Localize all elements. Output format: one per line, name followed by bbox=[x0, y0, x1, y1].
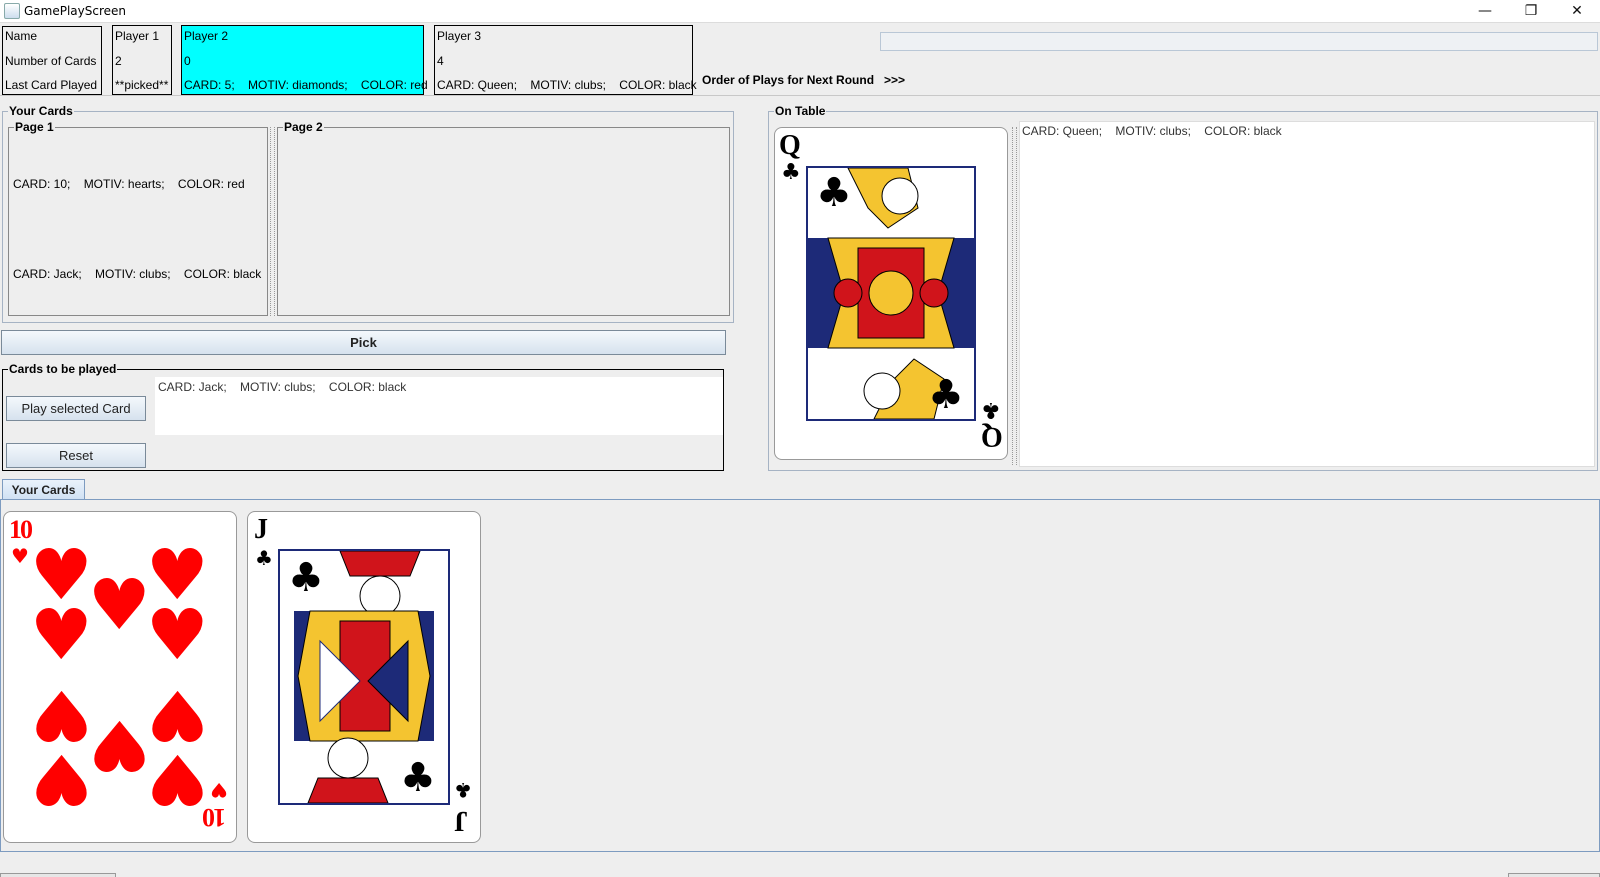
ten-rank-bottom: 10 bbox=[204, 803, 226, 832]
heart-icon: ♥ bbox=[30, 738, 93, 820]
tab-your-cards[interactable]: Your Cards bbox=[2, 479, 85, 500]
page-1-item-10-hearts[interactable]: CARD: 10; MOTIV: hearts; COLOR: red bbox=[13, 177, 245, 191]
cards-to-be-played-title: Cards to be played bbox=[8, 362, 118, 376]
on-table-title: On Table bbox=[774, 104, 827, 118]
table-split-divider[interactable] bbox=[1012, 127, 1017, 465]
split-divider[interactable] bbox=[270, 127, 275, 316]
table-card-queen-clubs: Q ♣ ♣ ♣ ♣ Q bbox=[774, 127, 1008, 460]
order-of-plays-label: Order of Plays for Next Round >>> bbox=[702, 73, 906, 87]
player-3-column: Player 3 4 CARD: Queen; MOTIV: clubs; CO… bbox=[434, 25, 697, 95]
jack-rank-top: J bbox=[254, 514, 268, 545]
club-icon-bottom: ♣ bbox=[981, 397, 1001, 422]
club-icon: ♣ bbox=[781, 160, 801, 185]
reset-button[interactable]: Reset bbox=[6, 443, 146, 468]
heart-icon-bottom: ♥ bbox=[210, 778, 228, 802]
player-3-cards: 4 bbox=[437, 54, 444, 68]
hand-card-jack-clubs[interactable]: J ♣ ♣ ♣ ♣ J bbox=[247, 511, 481, 843]
queen-rank-top: Q bbox=[779, 130, 801, 161]
play-selected-card-button[interactable]: Play selected Card bbox=[6, 396, 146, 421]
row-label-name: Name bbox=[5, 29, 38, 43]
ten-rank-top: 10 bbox=[9, 515, 33, 544]
club-icon: ♣ bbox=[255, 546, 273, 570]
player-2-last-card: CARD: 5; MOTIV: diamonds; COLOR: red bbox=[184, 78, 428, 92]
bottom-right-control[interactable] bbox=[1508, 873, 1600, 877]
your-cards-panel: Your Cards Page 1 CARD: 10; MOTIV: heart… bbox=[2, 104, 734, 323]
title-bar: GamePlayScreen — ❐ ✕ bbox=[0, 0, 1600, 23]
player-3-name: Player 3 bbox=[437, 29, 482, 43]
heart-icon: ♥ bbox=[88, 704, 151, 786]
row-label-number-of-cards: Number of Cards bbox=[5, 54, 97, 68]
jack-face-artwork: ♣ ♣ bbox=[278, 549, 450, 805]
pick-button[interactable]: Pick bbox=[1, 330, 726, 355]
page-1-title: Page 1 bbox=[14, 120, 55, 134]
to-play-item[interactable]: CARD: Jack; MOTIV: clubs; COLOR: black bbox=[158, 380, 406, 394]
heart-icon: ♥ bbox=[11, 544, 29, 568]
java-app-icon bbox=[4, 3, 20, 19]
svg-text:♣: ♣ bbox=[288, 555, 324, 601]
page-1-panel: Page 1 CARD: 10; MOTIV: hearts; COLOR: r… bbox=[8, 120, 268, 316]
player-1-last-card: **picked** bbox=[115, 78, 169, 92]
row-labels-column: Name Number of Cards Last Card Played bbox=[2, 26, 102, 95]
jack-rank-bottom: J bbox=[454, 805, 468, 836]
queen-face-artwork: ♣ ♣ bbox=[806, 166, 976, 421]
bottom-left-control[interactable] bbox=[0, 873, 116, 877]
restore-button[interactable]: ❐ bbox=[1508, 0, 1554, 23]
heart-icon: ♥ bbox=[88, 564, 151, 646]
heart-icon: ♥ bbox=[146, 738, 209, 820]
player-1-name: Player 1 bbox=[115, 29, 160, 43]
player-2-cards: 0 bbox=[184, 54, 191, 68]
club-icon-bottom: ♣ bbox=[454, 778, 472, 802]
player-3-last-card: CARD: Queen; MOTIV: clubs; COLOR: black bbox=[437, 78, 697, 92]
queen-rank-bottom: Q bbox=[981, 421, 1003, 452]
order-progress-bar bbox=[880, 32, 1598, 51]
page-2-title: Page 2 bbox=[283, 120, 324, 134]
svg-text:♣: ♣ bbox=[400, 755, 436, 801]
cards-to-be-played-panel: Cards to be played Play selected Card Re… bbox=[2, 362, 724, 471]
player-2-name: Player 2 bbox=[184, 29, 229, 43]
on-table-panel: On Table Q ♣ ♣ ♣ ♣ Q CARD: Queen; MOTIV:… bbox=[768, 104, 1598, 471]
close-button[interactable]: ✕ bbox=[1554, 0, 1600, 23]
your-cards-tab-panel: 10 ♥ ♥ ♥ ♥ ♥ ♥ ♥ ♥ ♥ ♥ ♥ ♥ 10 J ♣ ♣ ♣ ♣ … bbox=[0, 499, 1600, 852]
on-table-card-text: CARD: Queen; MOTIV: clubs; COLOR: black bbox=[1022, 124, 1282, 138]
divider bbox=[0, 95, 1600, 96]
cards-to-play-list[interactable]: CARD: Jack; MOTIV: clubs; COLOR: black bbox=[155, 377, 723, 435]
heart-icon: ♥ bbox=[30, 594, 93, 676]
player-2-column-active: Player 2 0 CARD: 5; MOTIV: diamonds; COL… bbox=[181, 25, 428, 95]
heart-pips: ♥ ♥ ♥ ♥ ♥ ♥ ♥ ♥ ♥ ♥ bbox=[30, 530, 210, 830]
player-1-cards: 2 bbox=[115, 54, 122, 68]
hand-card-10-hearts[interactable]: 10 ♥ ♥ ♥ ♥ ♥ ♥ ♥ ♥ ♥ ♥ ♥ ♥ 10 bbox=[3, 511, 237, 843]
heart-icon: ♥ bbox=[146, 594, 209, 676]
your-cards-title: Your Cards bbox=[8, 104, 74, 118]
row-label-last-card: Last Card Played bbox=[5, 78, 98, 92]
player-1-column: Player 1 2 **picked** bbox=[112, 25, 172, 95]
window-title: GamePlayScreen bbox=[24, 4, 127, 18]
page-2-panel: Page 2 bbox=[277, 120, 730, 316]
page-1-item-jack-clubs[interactable]: CARD: Jack; MOTIV: clubs; COLOR: black bbox=[13, 267, 261, 281]
svg-text:♣: ♣ bbox=[928, 372, 964, 418]
minimize-button[interactable]: — bbox=[1462, 0, 1508, 23]
svg-text:♣: ♣ bbox=[816, 170, 852, 216]
on-table-text-area[interactable]: CARD: Queen; MOTIV: clubs; COLOR: black bbox=[1019, 121, 1595, 467]
